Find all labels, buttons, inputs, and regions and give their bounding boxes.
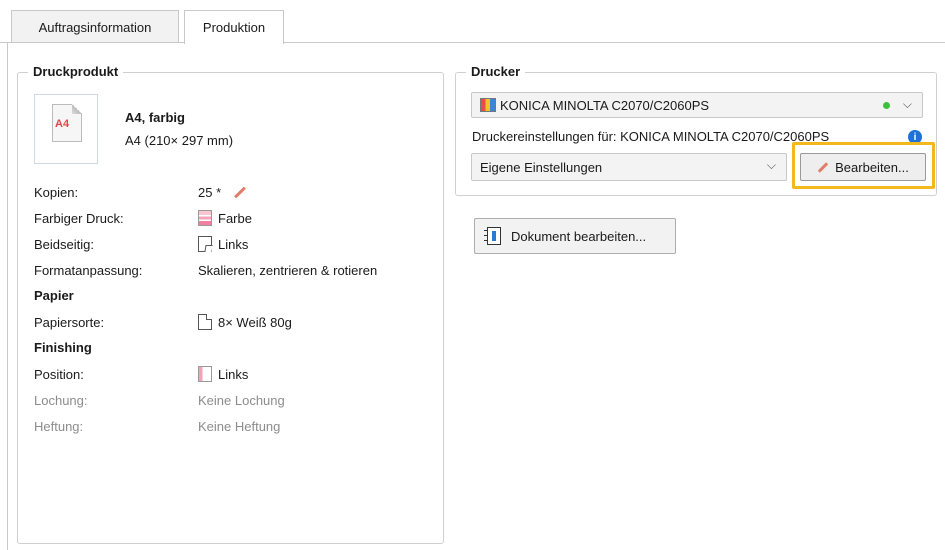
druckprodukt-group: Druckprodukt A4 A4, farbig A4 (210× 297 …	[17, 64, 444, 544]
papiersorte-row: Papiersorte: 8× Weiß 80g	[34, 313, 292, 331]
position-label: Position:	[34, 366, 84, 382]
position-value: Links	[218, 366, 249, 382]
product-name: A4, farbig	[125, 110, 185, 125]
bearbeiten-button[interactable]: Bearbeiten...	[800, 153, 926, 181]
paper-icon	[198, 314, 212, 330]
finishing-heading: Finishing	[34, 340, 92, 355]
papiersorte-label: Papiersorte:	[34, 314, 105, 330]
printer-icon	[480, 98, 496, 112]
drucker-title: Drucker	[466, 64, 526, 80]
tab-strip: Auftragsinformation Produktion	[0, 0, 945, 44]
heftung-value: Keine Heftung	[198, 418, 281, 434]
farbiger-druck-row: Farbiger Druck: Farbe	[34, 209, 252, 227]
formatanpassung-value: Skalieren, zentrieren & rotieren	[198, 262, 378, 278]
position-icon	[198, 366, 212, 382]
pencil-icon	[817, 161, 829, 173]
thumb-label: A4	[55, 118, 70, 130]
kopien-row: Kopien: 25 *	[34, 183, 247, 201]
settings-label: Druckereinstellungen für: KONICA MINOLTA…	[472, 129, 830, 144]
settings-value: Eigene Einstellungen	[480, 159, 603, 175]
formatanpassung-row: Formatanpassung: Skalieren, zentrieren &…	[34, 261, 377, 279]
tab-auftragsinformation[interactable]: Auftragsinformation	[11, 10, 179, 43]
chevron-down-icon: ⌵	[766, 158, 776, 172]
beidseitig-row: Beidseitig: Links	[34, 235, 248, 253]
printer-select[interactable]: KONICA MINOLTA C2070/C2060PS ⌵	[471, 92, 923, 118]
tab-divider	[0, 42, 945, 43]
farbiger-druck-label: Farbiger Druck:	[34, 210, 124, 226]
chevron-down-icon: ⌵	[902, 97, 912, 111]
formatanpassung-label: Formatanpassung:	[34, 262, 143, 278]
farbiger-druck-value: Farbe	[218, 210, 252, 226]
position-row: Position: Links	[34, 365, 248, 383]
document-icon	[483, 225, 505, 247]
heftung-row: Heftung: Keine Heftung	[34, 417, 280, 435]
product-size: A4 (210× 297 mm)	[125, 133, 234, 148]
lochung-value: Keine Lochung	[198, 392, 285, 408]
panel-border	[7, 42, 8, 550]
lochung-label: Lochung:	[34, 392, 88, 408]
kopien-value[interactable]: 25 *	[198, 185, 221, 200]
druckprodukt-title: Druckprodukt	[28, 64, 124, 80]
beidseitig-value: Links	[218, 236, 249, 252]
color-print-icon	[198, 210, 212, 226]
product-thumbnail: A4	[34, 94, 98, 164]
status-dot-icon	[883, 102, 890, 109]
duplex-icon	[198, 236, 212, 252]
page-icon: A4	[52, 104, 82, 142]
dokument-bearbeiten-label: Dokument bearbeiten...	[511, 228, 647, 244]
pencil-icon[interactable]	[234, 185, 247, 199]
tab-produktion[interactable]: Produktion	[184, 10, 284, 44]
papiersorte-value: 8× Weiß 80g	[218, 314, 292, 330]
beidseitig-label: Beidseitig:	[34, 236, 94, 252]
printer-name: KONICA MINOLTA C2070/C2060PS	[500, 97, 710, 113]
settings-select[interactable]: Eigene Einstellungen ⌵	[471, 153, 787, 181]
heftung-label: Heftung:	[34, 418, 84, 434]
kopien-label: Kopien:	[34, 184, 79, 200]
papier-heading: Papier	[34, 288, 74, 303]
dokument-bearbeiten-button[interactable]: Dokument bearbeiten...	[474, 218, 676, 254]
lochung-row: Lochung: Keine Lochung	[34, 391, 285, 409]
bearbeiten-label: Bearbeiten...	[835, 159, 909, 175]
drucker-group: Drucker KONICA MINOLTA C2070/C2060PS ⌵ D…	[455, 64, 937, 196]
